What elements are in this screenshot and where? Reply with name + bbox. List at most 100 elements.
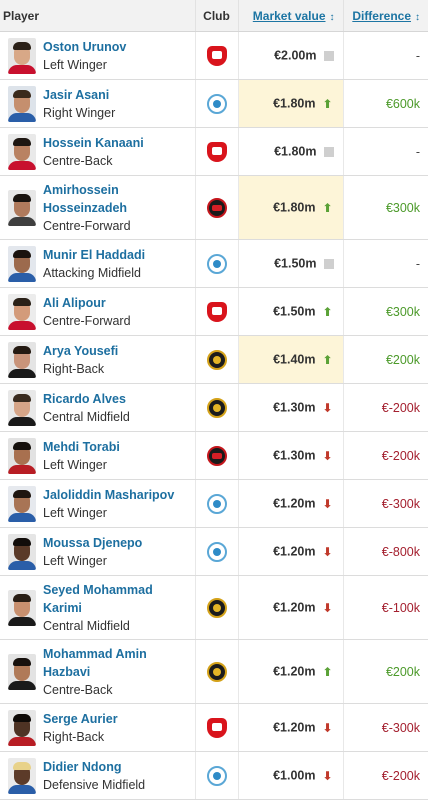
club-cell	[195, 335, 239, 384]
table-row: Serge Aurier Right-Back €1.20m ⬇ €-300k	[0, 703, 428, 752]
market-value: €1.20m	[273, 544, 316, 559]
club-cell	[195, 479, 239, 528]
player-avatar[interactable]	[8, 709, 36, 746]
difference-cell: -	[343, 239, 428, 288]
player-position: Centre-Back	[43, 682, 113, 697]
trend-down-icon: ⬇	[322, 720, 333, 735]
player-avatar[interactable]	[8, 133, 36, 170]
table-row: Jaloliddin Masharipov Left Winger €1.20m…	[0, 479, 428, 528]
player-cell: Mohammad Amin Hazbavi Centre-Back	[0, 639, 196, 704]
player-avatar[interactable]	[8, 245, 36, 282]
trend-unchanged-icon	[323, 50, 334, 61]
market-value-cell: €1.00m ⬇	[238, 751, 344, 800]
trend-down-icon: ⬇	[322, 544, 333, 559]
market-value-cell: €1.50m	[238, 239, 344, 288]
difference-value: €-100k	[381, 600, 420, 615]
player-name-link[interactable]: Ricardo Alves	[43, 390, 130, 408]
player-cell: Amirhossein Hosseinzadeh Centre-Forward	[0, 175, 196, 240]
difference-cell: €200k	[343, 639, 428, 704]
trend-down-icon: ⬇	[322, 496, 333, 511]
market-value-cell: €1.80m ⬆	[238, 79, 344, 128]
player-name-link[interactable]: Moussa Djenepo	[43, 534, 142, 552]
sepahan-crest-icon[interactable]	[206, 597, 227, 618]
player-avatar[interactable]	[8, 589, 36, 626]
player-name-link[interactable]: Seyed Mohammad Karimi	[43, 581, 153, 617]
club-cell	[195, 527, 239, 576]
difference-value: €-800k	[381, 544, 420, 559]
header-player: Player	[0, 0, 196, 32]
tractor-crest-icon[interactable]	[206, 197, 227, 218]
difference-cell: €-300k	[343, 703, 428, 752]
player-avatar[interactable]	[8, 37, 36, 74]
player-avatar[interactable]	[8, 533, 36, 570]
market-value-cell: €1.20m ⬇	[238, 479, 344, 528]
player-name-link[interactable]: Mehdi Torabi	[43, 438, 120, 456]
esteghlal-crest-icon[interactable]	[206, 93, 227, 114]
player-avatar[interactable]	[8, 757, 36, 794]
player-name-link[interactable]: Arya Yousefi	[43, 342, 118, 360]
tractor-crest-icon[interactable]	[206, 445, 227, 466]
player-name-link[interactable]: Hossein Kanaani	[43, 134, 144, 152]
header-market-value[interactable]: Market value ↕	[238, 0, 344, 32]
table-row: Ricardo Alves Central Midfield €1.30m ⬇ €…	[0, 383, 428, 432]
player-position: Right-Back	[43, 361, 105, 376]
player-name-link[interactable]: Didier Ndong	[43, 758, 145, 776]
market-value: €1.30m	[273, 400, 316, 415]
persepolis-crest-icon[interactable]	[206, 717, 227, 738]
sort-market-value-link[interactable]: Market value	[253, 9, 326, 23]
trend-unchanged-icon	[323, 146, 334, 157]
club-cell	[195, 287, 239, 336]
player-avatar[interactable]	[8, 653, 36, 690]
market-value: €1.20m	[273, 496, 316, 511]
sort-difference-link[interactable]: Difference	[352, 9, 411, 23]
market-value: €1.80m	[273, 96, 316, 111]
trend-down-icon: ⬇	[322, 768, 333, 783]
market-value-cell: €1.20m ⬇	[238, 575, 344, 640]
player-name-link[interactable]: Munir El Haddadi	[43, 246, 145, 264]
market-value-cell: €1.20m ⬇	[238, 527, 344, 576]
market-value-cell: €1.40m ⬆	[238, 335, 344, 384]
player-name-link[interactable]: Amirhossein Hosseinzadeh	[43, 181, 131, 217]
persepolis-crest-icon[interactable]	[206, 141, 227, 162]
club-cell	[195, 431, 239, 480]
player-cell: Didier Ndong Defensive Midfield	[0, 751, 196, 800]
player-avatar[interactable]	[8, 437, 36, 474]
player-avatar[interactable]	[8, 85, 36, 122]
player-name-link[interactable]: Jasir Asani	[43, 86, 115, 104]
persepolis-crest-icon[interactable]	[206, 301, 227, 322]
table-row: Munir El Haddadi Attacking Midfield €1.5…	[0, 239, 428, 288]
difference-value: €-300k	[381, 496, 420, 511]
header-player-label: Player	[3, 8, 40, 23]
player-cell: Moussa Djenepo Left Winger	[0, 527, 196, 576]
player-name-link[interactable]: Ali Alipour	[43, 294, 131, 312]
player-avatar[interactable]	[8, 389, 36, 426]
sepahan-crest-icon[interactable]	[206, 397, 227, 418]
persepolis-crest-icon[interactable]	[206, 45, 227, 66]
esteghlal-crest-icon[interactable]	[206, 541, 227, 562]
esteghlal-crest-icon[interactable]	[206, 253, 227, 274]
header-difference[interactable]: Difference ↕	[343, 0, 428, 32]
player-name-link[interactable]: Mohammad Amin Hazbavi	[43, 645, 147, 681]
player-position: Centre-Back	[43, 153, 113, 168]
market-value-cell: €1.20m ⬆	[238, 639, 344, 704]
difference-value: €300k	[385, 200, 420, 215]
player-avatar[interactable]	[8, 293, 36, 330]
sepahan-crest-icon[interactable]	[206, 661, 227, 682]
esteghlal-crest-icon[interactable]	[206, 765, 227, 786]
player-name-link[interactable]: Jaloliddin Masharipov	[43, 486, 174, 504]
player-position: Left Winger	[43, 553, 107, 568]
difference-cell: €-100k	[343, 575, 428, 640]
esteghlal-crest-icon[interactable]	[206, 493, 227, 514]
difference-cell: €-200k	[343, 383, 428, 432]
player-name-link[interactable]: Oston Urunov	[43, 38, 126, 56]
player-name-link[interactable]: Serge Aurier	[43, 710, 118, 728]
player-avatar[interactable]	[8, 485, 36, 522]
sepahan-crest-icon[interactable]	[206, 349, 227, 370]
player-position: Central Midfield	[43, 618, 130, 633]
player-avatar[interactable]	[8, 189, 36, 226]
club-cell	[195, 127, 239, 176]
player-avatar[interactable]	[8, 341, 36, 378]
table-row: Arya Yousefi Right-Back €1.40m ⬆ €200k	[0, 335, 428, 384]
sort-icon[interactable]: ↕	[415, 12, 420, 23]
sort-icon[interactable]: ↕	[330, 12, 335, 23]
